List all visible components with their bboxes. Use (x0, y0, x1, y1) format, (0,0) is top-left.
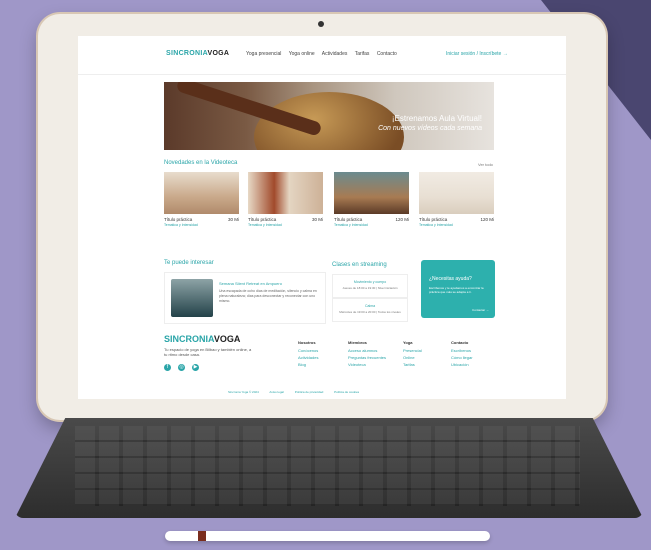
menu-item-yoga-presencial[interactable]: Yoga presencial (246, 51, 281, 57)
camera-dot (318, 21, 324, 27)
video-title: Título práctica (164, 217, 193, 222)
streaming-class[interactable]: Movimiento y cuerpo Jueves de 18:00 a 19… (332, 274, 408, 298)
keyboard (15, 418, 643, 518)
footer-link[interactable]: Online (403, 355, 422, 360)
streaming-heading: Clases en streaming (332, 262, 387, 268)
streaming-class[interactable]: Calma Miércoles de 19:00 a 20:00 | Todos… (332, 298, 408, 322)
help-text: Escríbenos y te ayudamos a encontrar la … (429, 286, 484, 294)
video-title: Título práctica (419, 217, 448, 222)
legal-link[interactable]: Política de privacidad (295, 390, 324, 394)
footer-column-yoga: Yoga Presencial Online Tarifas (403, 340, 422, 367)
video-subtitle: Tematica y Intensidad (248, 223, 282, 227)
video-duration: 30 Mi (227, 217, 239, 222)
footer-description: Tu espacio de yoga en Bilbao y también o… (164, 347, 252, 357)
keyboard-keys (75, 426, 580, 506)
footer-link[interactable]: Presencial (403, 348, 422, 353)
legal-link[interactable]: Política de cookies (334, 390, 359, 394)
video-card[interactable]: Título práctica 120 Mi Tematica y Intensi… (334, 172, 409, 227)
stylus-pencil (165, 531, 490, 541)
footer-link[interactable]: Tarifas (403, 362, 422, 367)
menu-item-tarifas[interactable]: Tarifas (355, 51, 370, 57)
footer-logo[interactable]: SINCRONIAVOGA (164, 334, 240, 344)
main-menu: Yoga presencial Yoga online Actividades … (246, 51, 403, 57)
hero-title: ¡Estrenamos Aula Virtual! (391, 114, 482, 123)
ver-todo-link[interactable]: Ver todo (478, 162, 493, 167)
footer-link[interactable]: Videoteca (348, 362, 386, 367)
pencil-band (198, 531, 206, 541)
instagram-icon[interactable]: ◎ (178, 364, 185, 371)
top-navigation: SINCRONIAVOGA Yoga presencial Yoga onlin… (78, 36, 566, 75)
footer-link[interactable]: Acceso alumnos (348, 348, 386, 353)
recommended-text: Una escapada de ocho días de meditación,… (219, 289, 317, 303)
video-thumbnail (164, 172, 239, 214)
footer-link[interactable]: Ubicación (451, 362, 473, 367)
footer-link[interactable]: Preguntas frecuentes (348, 355, 386, 360)
streaming-class-title: Movimiento y cuerpo (353, 280, 387, 284)
video-subtitle: Tematica y Intensidad (419, 223, 453, 227)
video-title: Título práctica (334, 217, 363, 222)
video-duration: 120 Mi (395, 217, 409, 222)
login-link[interactable]: Iniciar sesión / Inscríbete → (446, 51, 508, 57)
youtube-icon[interactable]: ▶ (192, 364, 199, 371)
legal-link[interactable]: Aviso legal (269, 390, 283, 394)
video-subtitle: Tematica y Intensidad (334, 223, 368, 227)
video-duration: 120 Mi (480, 217, 494, 222)
recommended-image (171, 279, 213, 317)
help-cta[interactable]: Contactar → (472, 308, 489, 312)
video-thumbnail (248, 172, 323, 214)
footer-link[interactable]: Conócenos (298, 348, 318, 353)
site-footer: SINCRONIAVOGA Tu espacio de yoga en Bilb… (78, 326, 566, 399)
help-card[interactable]: ¿Necesitas ayuda? Escríbenos y te ayudam… (421, 260, 495, 318)
streaming-class-title: Calma (364, 304, 376, 308)
video-card[interactable]: Título práctica 30 Mi Tematica y Intensid… (164, 172, 239, 227)
facebook-icon[interactable]: f (164, 364, 171, 371)
footer-link[interactable]: Escríbenos (451, 348, 473, 353)
site-logo[interactable]: SINCRONIAVOGA (166, 50, 229, 57)
video-title: Título práctica (248, 217, 277, 222)
video-card[interactable]: Título práctica 120 Mi Tematica y Intensi… (419, 172, 494, 227)
hero-banner[interactable]: ¡Estrenamos Aula Virtual! Con nuevos víd… (164, 82, 494, 150)
video-subtitle: Tematica y Intensidad (164, 223, 198, 227)
streaming-class-text: Miércoles de 19:00 a 20:00 | Todos los n… (339, 310, 401, 314)
footer-link[interactable]: Cómo llegar (451, 355, 473, 360)
video-card[interactable]: Título práctica 30 Mi Tematica y Intensid… (248, 172, 323, 227)
footer-column-contacto: Contacto Escríbenos Cómo llegar Ubicació… (451, 340, 473, 367)
footer-link[interactable]: Actividades (298, 355, 318, 360)
recommended-card[interactable]: Semana Silent Retreat en Ampuero Una esc… (164, 272, 326, 324)
te-puede-heading: Te puede interesar (164, 260, 214, 266)
legal-link[interactable]: Sincronía Yoga © 2024 (228, 390, 259, 394)
menu-item-actividades[interactable]: Actividades (322, 51, 348, 57)
menu-item-contacto[interactable]: Contacto (377, 51, 397, 57)
video-thumbnail (334, 172, 409, 214)
recommended-title: Semana Silent Retreat en Ampuero (219, 281, 282, 286)
videoteca-heading: Novedades en la Videoteca (164, 160, 238, 166)
legal-links: Sincronía Yoga © 2024 Aviso legal Políti… (228, 390, 369, 394)
website-screen: SINCRONIAVOGA Yoga presencial Yoga onlin… (78, 36, 566, 399)
video-thumbnail (419, 172, 494, 214)
menu-item-yoga-online[interactable]: Yoga online (289, 51, 315, 57)
help-title: ¿Necesitas ayuda? (429, 276, 472, 282)
hero-subtitle: Con nuevos vídeos cada semana (378, 125, 482, 132)
streaming-class-text: Jueves de 18:00 a 19:30 | Nivel iniciaci… (342, 286, 398, 290)
footer-link[interactable]: Blog (298, 362, 318, 367)
footer-column-miembros: Miembros Acceso alumnos Preguntas frecue… (348, 340, 387, 367)
video-duration: 30 Mi (311, 217, 323, 222)
tablet-device: SINCRONIAVOGA Yoga presencial Yoga onlin… (38, 14, 606, 420)
footer-column-nosotros: Nosotros Conócenos Actividades Blog (298, 340, 319, 367)
